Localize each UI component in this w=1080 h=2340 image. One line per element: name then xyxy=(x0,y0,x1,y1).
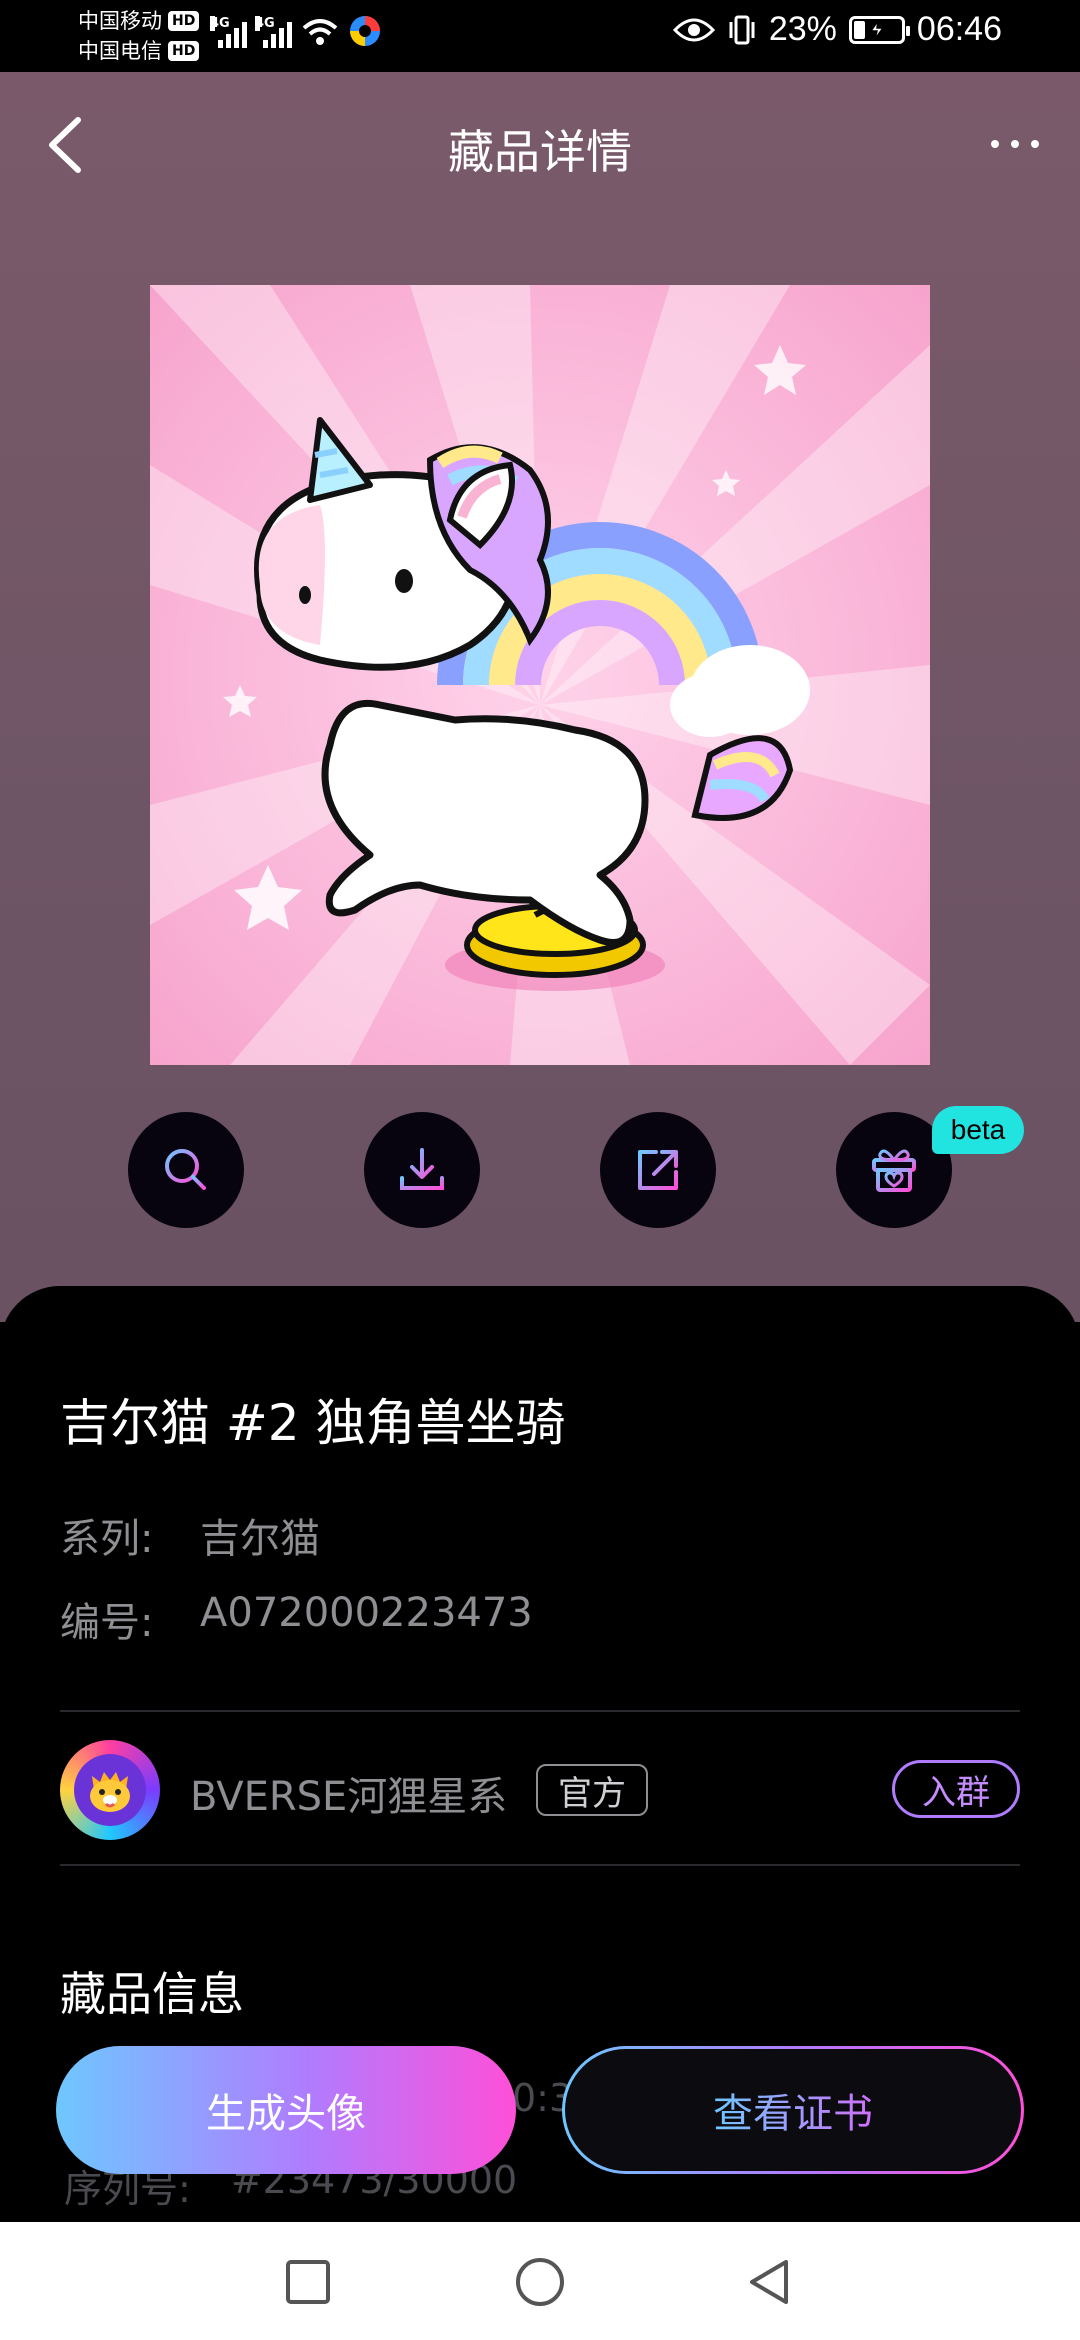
section-title-info: 藏品信息 xyxy=(60,1967,244,2021)
item-title: 吉尔猫 #2 独角兽坐骑 xyxy=(60,1394,566,1452)
hd-badge: HD xyxy=(168,11,200,31)
square-icon xyxy=(286,2260,330,2304)
gift-icon xyxy=(872,1149,916,1192)
code-label: 编号: xyxy=(60,1600,154,1646)
code-value: A072000223473 xyxy=(200,1590,533,1636)
top-nav-bar: 藏品详情 xyxy=(0,72,1080,218)
share-button[interactable] xyxy=(600,1112,716,1228)
signal-icon: 4G xyxy=(210,16,247,48)
series-label: 系列: xyxy=(60,1516,154,1562)
artwork-actions: beta xyxy=(0,1106,1080,1232)
battery-icon xyxy=(848,15,910,44)
join-group-button[interactable]: 入群 xyxy=(892,1760,1020,1818)
more-dot xyxy=(1031,140,1039,148)
code-row: 编号: A072000223473 xyxy=(60,1590,533,1648)
creator-row: BVERSE河狸星系 官方 入群 xyxy=(60,1740,1020,1840)
search-icon xyxy=(165,1149,206,1190)
network-type: 4G xyxy=(255,16,275,31)
carrier-1: 中国移动 xyxy=(78,9,162,33)
beaver-mascot-icon xyxy=(90,1772,130,1812)
recent-apps-button[interactable] xyxy=(280,2254,336,2310)
official-badge: 官方 xyxy=(536,1764,648,1816)
status-bar: 中国移动 HD 中国电信 HD 4G 4G 23% 06:46 xyxy=(0,0,1080,72)
signal-indicators: 4G 4G xyxy=(210,14,382,48)
view-certificate-label: 查看证书 xyxy=(713,2081,873,2139)
share-icon xyxy=(638,1150,678,1190)
more-dot xyxy=(991,140,999,148)
home-button[interactable] xyxy=(512,2254,568,2310)
circle-icon xyxy=(516,2258,564,2306)
beta-badge: beta xyxy=(932,1106,1024,1154)
triangle-back-icon xyxy=(750,2260,788,2304)
generate-avatar-button[interactable]: 生成头像 xyxy=(56,2046,516,2174)
download-icon xyxy=(400,1148,444,1190)
carrier-2: 中国电信 xyxy=(78,39,162,63)
app-notification-icon xyxy=(350,16,380,46)
creator-avatar[interactable] xyxy=(60,1740,160,1840)
series-value: 吉尔猫 xyxy=(200,1516,320,1562)
carrier-info: 中国移动 HD 中国电信 HD xyxy=(78,6,200,66)
back-system-button[interactable] xyxy=(742,2254,798,2310)
eye-icon xyxy=(672,18,715,41)
more-dot xyxy=(1011,140,1019,148)
system-navigation-bar xyxy=(0,2222,1080,2340)
view-certificate-button[interactable]: 查看证书 xyxy=(562,2046,1024,2174)
page-title: 藏品详情 xyxy=(448,125,632,179)
creator-name[interactable]: BVERSE河狸星系 xyxy=(190,1764,507,1822)
network-type: 4G xyxy=(210,16,230,31)
more-options-button[interactable] xyxy=(980,124,1050,164)
unicorn-illustration xyxy=(150,285,930,1065)
clock: 06:46 xyxy=(916,10,1002,48)
status-right: 23% 06:46 xyxy=(672,10,1002,49)
signal-icon: 4G xyxy=(255,16,292,48)
vibrate-icon xyxy=(729,15,755,44)
hd-badge: HD xyxy=(168,41,200,61)
collectible-artwork[interactable] xyxy=(150,285,930,1065)
wifi-icon xyxy=(302,19,338,45)
download-button[interactable] xyxy=(364,1112,480,1228)
divider xyxy=(60,1864,1020,1866)
battery-percent: 23% xyxy=(768,10,837,48)
zoom-button[interactable] xyxy=(128,1112,244,1228)
divider xyxy=(60,1710,1020,1712)
series-row: 系列: 吉尔猫 xyxy=(60,1506,320,1564)
